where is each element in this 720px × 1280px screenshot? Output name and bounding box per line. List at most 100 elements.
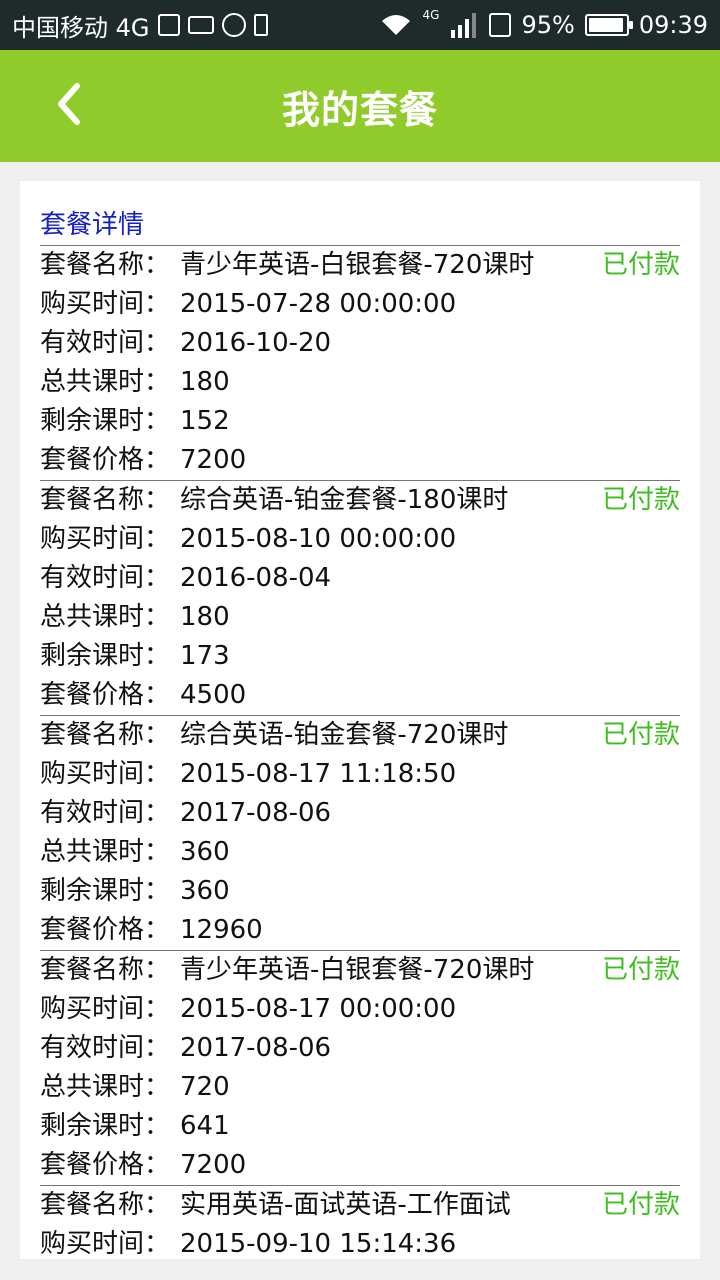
wifi-icon (379, 13, 413, 37)
chevron-left-icon (58, 83, 80, 125)
field-label: 总共课时： (40, 367, 171, 397)
field-value: 7200 (180, 1150, 247, 1180)
field-value: 152 (180, 406, 230, 436)
field-value: 2017-08-06 (180, 1033, 332, 1063)
field-value: 2015-08-17 11:18:50 (180, 759, 457, 789)
package-row-purchase-time: 购买时间： 2015-09-10 15:14:36 (40, 1225, 680, 1259)
status-bar: 中国移动 4G 4G 95% 09:39 (0, 0, 720, 50)
package-row-name: 套餐名称： 综合英语-铂金套餐-180课时 (40, 481, 680, 520)
sim-icon (253, 14, 268, 36)
package-row-name: 套餐名称： 青少年英语-白银套餐-720课时 (40, 951, 680, 990)
package-row-remaining-hours: 剩余课时： 173 (40, 637, 680, 676)
phone-data-icon (489, 13, 512, 37)
package-row-purchase-time: 购买时间： 2015-08-10 00:00:00 (40, 520, 680, 559)
field-value: 720 (180, 1072, 230, 1102)
keyboard-icon (187, 16, 214, 34)
field-label: 购买时间： (40, 994, 171, 1024)
package-row-name: 套餐名称： 青少年英语-白银套餐-720课时 (40, 246, 680, 285)
package-item[interactable]: 套餐名称： 综合英语-铂金套餐-180课时购买时间： 2015-08-10 00:0… (40, 480, 680, 715)
field-label: 剩余课时： (40, 876, 171, 906)
field-label: 购买时间： (40, 524, 171, 554)
package-item[interactable]: 套餐名称： 综合英语-铂金套餐-720课时购买时间： 2015-08-17 11:1… (40, 715, 680, 950)
field-value: 180 (180, 602, 230, 632)
field-value: 2015-08-17 00:00:00 (180, 994, 457, 1024)
field-label: 有效时间： (40, 563, 171, 593)
field-label: 剩余课时： (40, 1111, 171, 1141)
package-row-total-hours: 总共课时： 180 (40, 598, 680, 637)
package-row-purchase-time: 购买时间： 2015-08-17 11:18:50 (40, 755, 680, 794)
app-bar: 我的套餐 (0, 50, 720, 162)
package-item[interactable]: 套餐名称： 青少年英语-白银套餐-720课时购买时间： 2015-07-28 00:… (40, 245, 680, 480)
package-row-price: 套餐价格： 4500 (40, 676, 680, 715)
package-row-valid-until: 有效时间： 2017-08-06 (40, 1029, 680, 1068)
package-row-name: 套餐名称： 综合英语-铂金套餐-720课时 (40, 716, 680, 755)
payment-status-badge: 已付款 (601, 1190, 680, 1220)
back-button[interactable] (44, 80, 92, 128)
package-details-card: 套餐详情 套餐名称： 青少年英语-白银套餐-720课时 购买时间： 2015-07-2… (20, 181, 700, 1259)
package-row-valid-until: 有效时间： 2016-10-20 (40, 324, 680, 363)
package-row-remaining-hours: 剩余课时： 641 (40, 1107, 680, 1146)
field-label: 购买时间： (40, 289, 171, 319)
sync-icon (221, 13, 246, 37)
section-title: 套餐详情 (40, 210, 145, 240)
field-value: 2017-08-06 (180, 798, 332, 828)
field-label: 购买时间： (40, 1229, 171, 1259)
package-row-price: 套餐价格： 7200 (40, 441, 680, 480)
field-label: 套餐价格： (40, 680, 171, 710)
field-value: 12960 (180, 915, 263, 945)
payment-status-badge: 已付款 (601, 720, 680, 750)
package-row-total-hours: 总共课时： 180 (40, 363, 680, 402)
field-value: 360 (180, 837, 230, 867)
package-item[interactable]: 套餐名称： 青少年英语-白银套餐-720课时购买时间： 2015-08-17 00:… (40, 950, 680, 1185)
page-title: 我的套餐 (281, 87, 438, 132)
field-label: 有效时间： (40, 1033, 171, 1063)
field-value: 2015-07-28 00:00:00 (180, 289, 457, 319)
package-row-purchase-time: 购买时间： 2015-08-17 00:00:00 (40, 990, 680, 1029)
image-icon (157, 14, 180, 36)
package-row-name: 套餐名称： 实用英语-面试英语-工作面试 (40, 1186, 680, 1225)
field-label: 购买时间： (40, 759, 171, 789)
payment-status-badge: 已付款 (601, 250, 680, 280)
package-row-remaining-hours: 剩余课时： 152 (40, 402, 680, 441)
field-label: 套餐名称： (40, 955, 171, 985)
package-row-purchase-time: 购买时间： 2015-07-28 00:00:00 (40, 285, 680, 324)
package-row-total-hours: 总共课时： 360 (40, 833, 680, 872)
field-label: 套餐价格： (40, 445, 171, 475)
network-badge: 4G (422, 8, 440, 22)
field-value: 641 (180, 1111, 230, 1141)
field-value: 7200 (180, 445, 247, 475)
package-row-valid-until: 有效时间： 2016-08-04 (40, 559, 680, 598)
field-label: 总共课时： (40, 1072, 171, 1102)
field-value: 360 (180, 876, 230, 906)
field-value: 173 (180, 641, 230, 671)
battery-percent: 95% (521, 11, 575, 39)
clock: 09:39 (638, 11, 708, 39)
field-value: 2015-09-10 15:14:36 (180, 1229, 457, 1259)
battery-icon (584, 14, 633, 36)
field-label: 剩余课时： (40, 641, 171, 671)
package-row-price: 套餐价格： 12960 (40, 911, 680, 950)
package-item[interactable]: 套餐名称： 实用英语-面试英语-工作面试购买时间： 2015-09-10 15:14… (40, 1185, 680, 1259)
field-value: 2015-08-10 00:00:00 (180, 524, 457, 554)
package-row-price: 套餐价格： 7200 (40, 1146, 680, 1185)
field-label: 套餐名称： (40, 250, 171, 280)
carrier-label: 中国移动 4G (12, 13, 150, 42)
field-label: 有效时间： (40, 798, 171, 828)
field-label: 总共课时： (40, 602, 171, 632)
field-label: 总共课时： (40, 837, 171, 867)
field-label: 套餐名称： (40, 720, 171, 750)
field-label: 有效时间： (40, 328, 171, 358)
signal-icon (449, 12, 479, 38)
package-row-total-hours: 总共课时： 720 (40, 1068, 680, 1107)
payment-status-badge: 已付款 (601, 485, 680, 515)
payment-status-badge: 已付款 (601, 955, 680, 985)
field-value: 4500 (180, 680, 247, 710)
field-value: 2016-10-20 (180, 328, 332, 358)
field-label: 套餐价格： (40, 915, 171, 945)
package-row-valid-until: 有效时间： 2017-08-06 (40, 794, 680, 833)
field-label: 套餐名称： (40, 1190, 171, 1220)
field-value: 180 (180, 367, 230, 397)
field-label: 套餐名称： (40, 485, 171, 515)
package-row-remaining-hours: 剩余课时： 360 (40, 872, 680, 911)
field-label: 套餐价格： (40, 1150, 171, 1180)
